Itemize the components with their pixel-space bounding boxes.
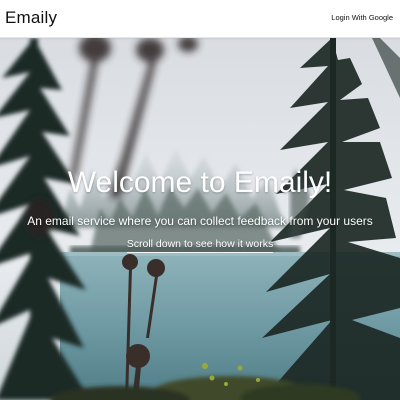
scroll-down-link[interactable]: Scroll down to see how it works bbox=[0, 238, 400, 253]
navbar: Emaily Login With Google bbox=[0, 0, 400, 38]
brand-logo-link[interactable]: Emaily bbox=[5, 8, 57, 28]
login-with-google-link[interactable]: Login With Google bbox=[331, 13, 393, 22]
hero-subtitle: An email service where you can collect f… bbox=[27, 214, 373, 228]
hero-text-container: Welcome to Emaily! An email service wher… bbox=[0, 38, 400, 400]
hero-title: Welcome to Emaily! bbox=[67, 166, 333, 199]
scroll-down-label: Scroll down to see how it works bbox=[126, 238, 274, 253]
hero-section: Welcome to Emaily! An email service wher… bbox=[0, 38, 400, 400]
